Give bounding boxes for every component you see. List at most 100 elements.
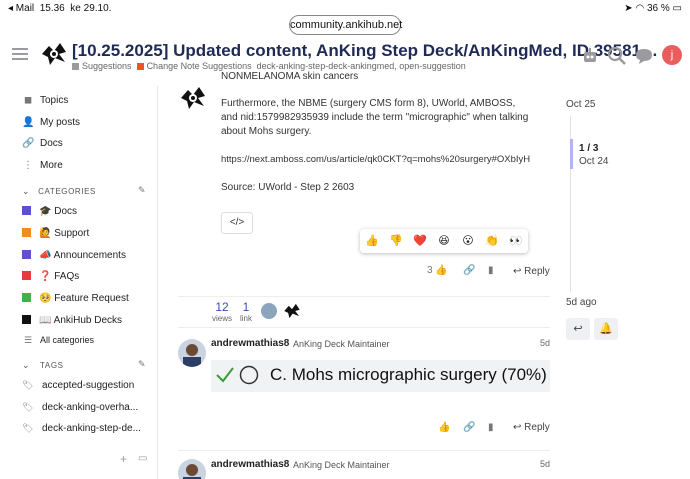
- user-avatar[interactable]: j: [662, 45, 682, 65]
- eyes-reaction[interactable]: 👀: [504, 229, 528, 253]
- thumbs-up-reaction[interactable]: 👍: [360, 229, 384, 253]
- chat-icon[interactable]: [634, 46, 654, 66]
- links-label: link: [239, 314, 252, 323]
- chevron-down-icon[interactable]: ⌄: [22, 360, 30, 371]
- notifications-bell-button[interactable]: 🔔: [594, 318, 618, 340]
- ankihub-logo-icon[interactable]: [40, 40, 68, 68]
- reply-icon: ↩: [573, 323, 583, 335]
- category-color-icon: [22, 293, 31, 302]
- bookmark-icon[interactable]: ▮: [488, 265, 494, 276]
- categories-heading: CATEGORIES: [38, 187, 96, 196]
- hamburger-menu-icon[interactable]: [12, 48, 28, 60]
- subcategory-color-icon: [136, 63, 144, 70]
- sidebar-category-feature-request[interactable]: 🥺 Feature Request: [22, 293, 129, 304]
- link-icon[interactable]: 🔗: [463, 265, 475, 276]
- sidebar-item-label: Docs: [40, 138, 63, 149]
- sidebar-category-announcements[interactable]: 📣 Announcements: [22, 250, 126, 261]
- category-link[interactable]: Suggestions: [82, 61, 132, 71]
- reply-icon: ↩: [513, 422, 522, 433]
- back-to-mail[interactable]: ◂ Mail: [8, 3, 34, 14]
- edit-tags-pencil-icon[interactable]: ✎: [138, 359, 146, 370]
- sidebar-item-more[interactable]: ⋮ More: [22, 160, 63, 171]
- category-color-icon: [22, 271, 31, 280]
- topics-icon: ◼: [23, 95, 33, 106]
- sidebar-tag[interactable]: 🏷 accepted-suggestion: [22, 380, 134, 391]
- all-categories-label: All categories: [40, 335, 95, 345]
- heart-reaction[interactable]: ❤️: [408, 229, 432, 253]
- reply-button[interactable]: ↩ Reply: [513, 266, 550, 277]
- timeline-reply-button[interactable]: ↩: [566, 318, 590, 340]
- post-username[interactable]: andrewmathias8: [211, 338, 289, 349]
- chevron-down-icon[interactable]: ⌄: [22, 186, 30, 197]
- link-icon[interactable]: 🔗: [463, 422, 475, 433]
- add-section-icon[interactable]: +: [120, 452, 127, 466]
- more-icon: ⋮: [23, 160, 33, 171]
- open-mouth-reaction[interactable]: 😮: [456, 229, 480, 253]
- robot-icon[interactable]: [580, 46, 600, 66]
- battery-level: 36 %: [646, 3, 670, 14]
- sidebar-category-faqs[interactable]: ❓ FAQs: [22, 271, 79, 282]
- category-label: 📣 Announcements: [39, 250, 126, 261]
- categories-section-toggle[interactable]: CATEGORIES: [24, 187, 96, 196]
- topic-stats: [178, 296, 550, 328]
- category-color-icon: [22, 206, 31, 215]
- sidebar-item-label: Topics: [40, 95, 69, 106]
- sidebar-category-support[interactable]: 🙋 Support: [22, 228, 89, 239]
- reply-button[interactable]: ↩ Reply: [513, 422, 550, 433]
- tags-heading[interactable]: TAGS: [40, 361, 64, 370]
- sidebar-category-ankihub-decks[interactable]: 📖 AnkiHub Decks: [22, 315, 122, 326]
- participant-avatar[interactable]: [261, 303, 277, 319]
- sidebar: ◼ Topics 👤 My posts 🔗 Docs ⋮ More CATEGORIES…: [0, 86, 158, 479]
- user-icon: 👤: [22, 117, 35, 128]
- search-icon[interactable]: [607, 46, 627, 66]
- edit-categories-pencil-icon[interactable]: ✎: [138, 185, 146, 196]
- timeline-end-date[interactable]: 5d ago: [566, 297, 597, 308]
- reply-label: Reply: [524, 422, 550, 433]
- post-link[interactable]: https://next.amboss.com/us/article/qk0CK…: [221, 153, 531, 167]
- like-icon[interactable]: 👍: [438, 422, 450, 433]
- sidebar-tag[interactable]: 🏷 deck-anking-step-de...: [22, 423, 141, 434]
- thumbs-down-reaction[interactable]: 👎: [384, 229, 408, 253]
- sidebar-tag[interactable]: 🏷 deck-anking-overha...: [22, 402, 138, 413]
- category-color-icon: [22, 250, 31, 259]
- reply-label: Reply: [524, 266, 550, 277]
- checkmark-icon: [216, 367, 234, 383]
- ankihub-participant-avatar-icon[interactable]: [283, 302, 301, 320]
- category-label: ❓ FAQs: [39, 271, 80, 282]
- clap-reaction[interactable]: 👏: [480, 229, 504, 253]
- post-date[interactable]: 5d: [540, 459, 550, 469]
- sidebar-item-label: My posts: [40, 117, 81, 128]
- links-count[interactable]: 1: [240, 300, 252, 314]
- sidebar-item-docs[interactable]: 🔗 Docs: [22, 138, 63, 149]
- tag-icon: 🏷: [22, 380, 34, 390]
- sidebar-all-categories[interactable]: ☰ All categories: [22, 335, 94, 346]
- tag-label: deck-anking-step-de...: [42, 423, 141, 434]
- wifi-icon: ◠: [635, 3, 645, 14]
- sidebar-category-docs[interactable]: 🎓 Docs: [22, 206, 77, 217]
- sidebar-item-topics[interactable]: ◼ Topics: [22, 95, 69, 106]
- sidebar-item-my-posts[interactable]: 👤 My posts: [22, 117, 80, 128]
- tag-label: accepted-suggestion: [42, 380, 135, 391]
- category-label: 🙋 Support: [39, 228, 90, 239]
- timeline-start-date[interactable]: Oct 25: [566, 99, 595, 110]
- views-count: 12: [215, 300, 229, 314]
- category-color-icon: [22, 228, 31, 237]
- tag-label: deck-anking-overha...: [42, 402, 139, 413]
- topic-title[interactable]: [10.25.2025] Updated content, AnKing Ste…: [72, 41, 658, 61]
- post-source: Source: UWorld - Step 2 2603: [221, 182, 355, 193]
- timeline-handle[interactable]: [570, 139, 573, 169]
- code-toggle-button[interactable]: </>: [221, 212, 253, 234]
- poster-avatar[interactable]: [178, 339, 206, 367]
- poster-avatar[interactable]: [178, 459, 206, 479]
- views-label: views: [211, 314, 232, 323]
- post-username[interactable]: andrewmathias8: [211, 459, 289, 470]
- url-bar[interactable]: community.ankihub.net: [289, 15, 402, 35]
- keyboard-icon[interactable]: ▭: [138, 453, 147, 464]
- radio-circle-icon: [239, 365, 259, 385]
- laugh-reaction[interactable]: 😆: [432, 229, 456, 253]
- like-count: 3: [427, 265, 433, 276]
- like-button[interactable]: 3 👍: [427, 265, 448, 276]
- bookmark-icon[interactable]: ▮: [488, 422, 494, 433]
- post-date[interactable]: 5d: [540, 338, 550, 348]
- ankihub-avatar-icon[interactable]: [179, 84, 207, 112]
